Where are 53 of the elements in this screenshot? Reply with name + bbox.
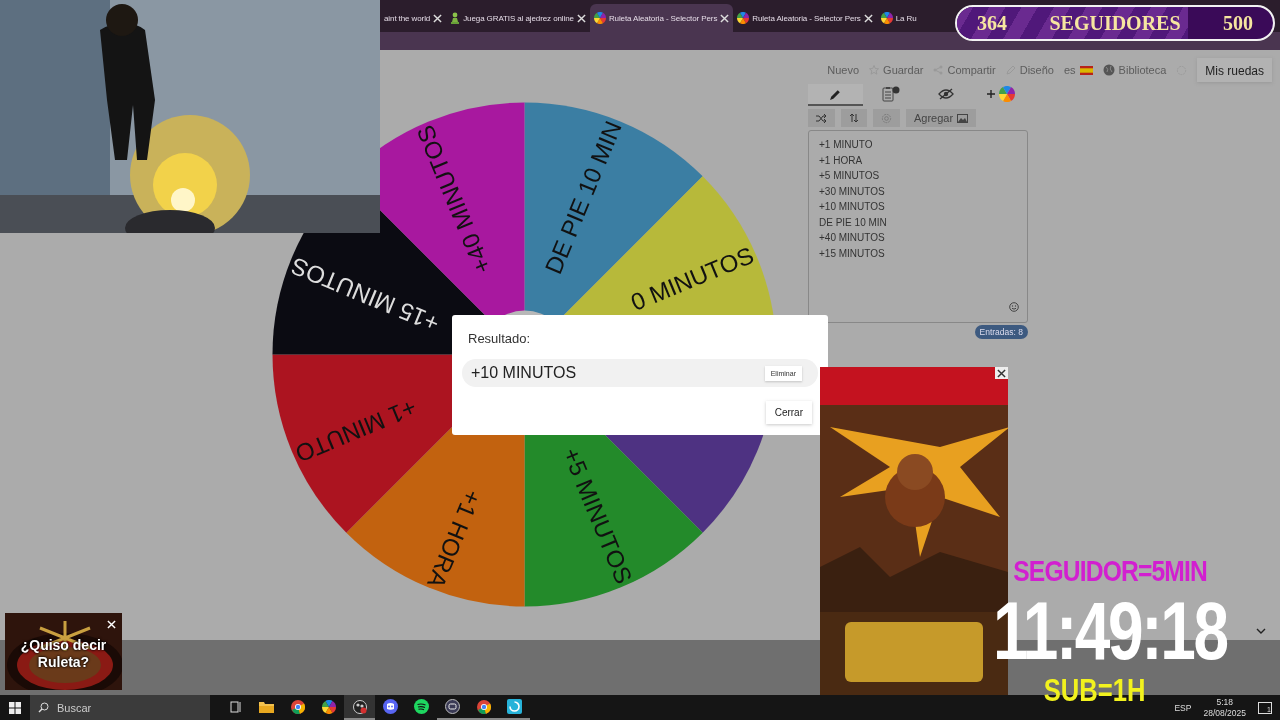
search-icon (38, 702, 49, 713)
pencil-icon (829, 87, 842, 101)
clipboard-icon (881, 86, 900, 102)
sort-icon (849, 113, 859, 123)
image-icon (957, 113, 969, 123)
color-wheel-icon (593, 12, 606, 24)
clock-time[interactable]: 5:18 (1216, 696, 1233, 708)
refresh-app-icon (507, 699, 522, 714)
pawn-icon (450, 12, 461, 24)
color-wheel-icon (737, 12, 750, 24)
segment-label: DE PIE 10 MIN (539, 117, 627, 278)
emoji-icon[interactable] (1009, 302, 1019, 312)
browser-tab[interactable]: La Ru (876, 4, 921, 32)
result-value: +10 MINUTOS (471, 364, 577, 382)
browser-tab[interactable]: Ruleta Aleatoria - Selector Pers (733, 4, 877, 32)
entries-textarea[interactable]: +1 MINUTO +1 HORA +5 MINUTOS +30 MINUTOS +10 MINUTOS DE PIE 10 MIN +40 MINUTOS +15 MINUTOS (808, 130, 1028, 323)
spain-flag-icon (1079, 65, 1093, 75)
eye-slash-icon (937, 88, 954, 100)
chrome-icon (290, 699, 305, 714)
windows-start-icon[interactable] (9, 701, 21, 714)
language-indicator[interactable]: ESP (1174, 702, 1192, 713)
taskbar-search-field[interactable]: Buscar (30, 695, 210, 720)
chevron-down-icon[interactable] (1256, 628, 1266, 634)
folder-icon (259, 700, 274, 713)
add-image-button[interactable]: Agregar (906, 109, 977, 127)
dialog-title: Resultado: (467, 331, 532, 346)
goal-current: 364 (977, 11, 1007, 35)
taskbar-app[interactable] (344, 695, 375, 720)
color-wheel-icon (880, 12, 893, 24)
goal-target: 500 (1223, 11, 1253, 35)
spotify-icon (414, 699, 429, 714)
color-wheel-icon (321, 699, 336, 714)
globe-icon (1102, 64, 1115, 76)
chrome-icon (476, 699, 491, 714)
clock-date[interactable]: 28/08/2025 (1203, 707, 1246, 719)
browser-tab[interactable]: aint the world (380, 4, 447, 32)
color-wheel-icon (998, 86, 1015, 102)
close-button[interactable]: Cerrar (765, 401, 812, 424)
browser-tab[interactable]: Juega GRATIS al ajedrez online (446, 4, 590, 32)
tool-button[interactable] (808, 109, 835, 127)
discord-icon (383, 699, 398, 714)
capture-icon (445, 699, 460, 714)
goal-label: SEGUIDORES (1049, 11, 1181, 35)
browser-tab[interactable]: Ruleta Aleatoria - Selector Pers (589, 4, 734, 32)
task-view-icon (229, 700, 242, 713)
entry-count-badge: Entradas: 8 (974, 325, 1028, 339)
plus-icon (986, 90, 995, 98)
my-wheels-button[interactable]: Mis ruedas (1197, 58, 1272, 82)
editor-tab[interactable] (808, 84, 863, 106)
shuffle-icon (816, 113, 827, 123)
settings-icon (881, 112, 892, 124)
follower-rule: SEGUIDOR=5MIN (1013, 556, 1207, 586)
obs-icon (352, 699, 367, 714)
